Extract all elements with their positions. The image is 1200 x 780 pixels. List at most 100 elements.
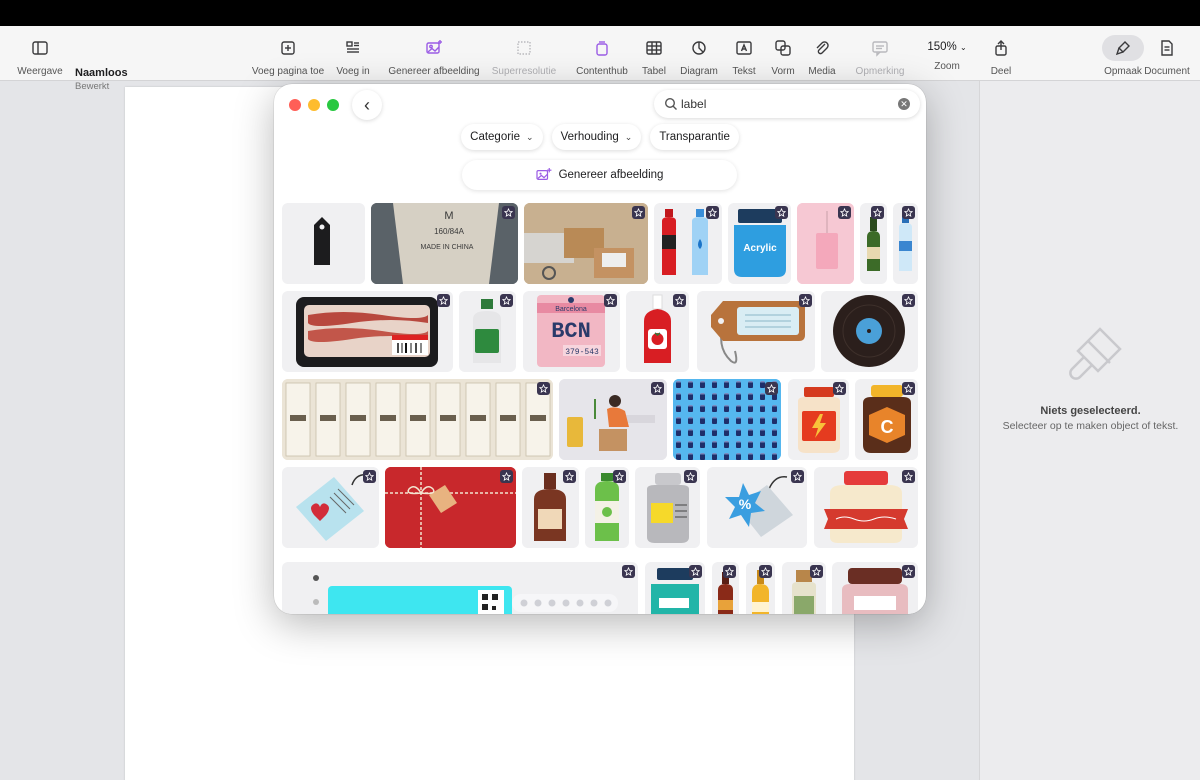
clipart-bcn-luggage-tag[interactable]: Barcelona BCN 379-543 xyxy=(523,291,620,372)
clipart-brown-bottle[interactable] xyxy=(522,467,579,548)
clipart-green-label-bottle[interactable] xyxy=(459,291,516,372)
clipart-pink-jar[interactable] xyxy=(832,562,918,614)
ai-generated-badge-icon xyxy=(622,565,635,578)
ai-generated-badge-icon xyxy=(437,294,450,307)
shape-button[interactable]: Vorm xyxy=(766,26,800,81)
garment-origin-text: MADE IN CHINA xyxy=(421,244,474,251)
pattern-label-set[interactable] xyxy=(282,379,553,460)
clipart-red-ribbon-jar[interactable] xyxy=(814,467,918,548)
paintbrush-icon xyxy=(1102,35,1144,61)
clipart-yellow-bottle[interactable] xyxy=(746,562,775,614)
comment-button[interactable]: Opmerking xyxy=(850,26,910,81)
chevron-left-icon: ‹ xyxy=(364,94,370,115)
ai-generated-badge-icon xyxy=(500,294,513,307)
acrylic-text: Acrylic xyxy=(743,243,777,254)
search-field[interactable]: label ✕ xyxy=(654,90,920,118)
ai-generated-badge-icon xyxy=(902,470,915,483)
view-button[interactable]: Weergave xyxy=(14,26,66,81)
nothing-selected-title: Niets geselecteerd. xyxy=(1040,405,1141,417)
content-hub-button[interactable]: Contenthub xyxy=(572,26,632,81)
clipart-cork-jar[interactable] xyxy=(782,562,826,614)
text-button[interactable]: Tekst xyxy=(726,26,762,81)
ai-generated-badge-icon xyxy=(689,565,702,578)
clipart-heart-tag[interactable] xyxy=(282,467,379,548)
menu-bar xyxy=(0,0,1200,26)
add-page-button[interactable]: Voeg pagina toe xyxy=(248,26,328,81)
ai-generated-badge-icon xyxy=(799,294,812,307)
ai-generated-badge-icon xyxy=(684,470,697,483)
clipart-person-packing[interactable] xyxy=(559,379,667,460)
ai-generated-badge-icon xyxy=(563,470,576,483)
clipart-cyan-wristband[interactable] xyxy=(282,562,638,614)
filter-category[interactable]: Categorie ⌄ xyxy=(461,124,543,150)
garment-spec-text: 160/84A xyxy=(434,227,464,236)
filter-ratio[interactable]: Verhouding ⌄ xyxy=(551,124,642,150)
filter-category-label: Categorie xyxy=(470,131,521,143)
ai-generated-badge-icon xyxy=(902,206,915,219)
clipart-dark-bottle[interactable] xyxy=(712,562,739,614)
zoom-window-button[interactable] xyxy=(327,99,339,111)
photo-garment-label[interactable]: M 160/84A MADE IN CHINA xyxy=(371,203,518,284)
clipart-tag-black[interactable] xyxy=(282,203,365,284)
generate-image-popup-button[interactable]: Genereer afbeelding xyxy=(462,160,737,190)
chevron-down-icon: ⌄ xyxy=(526,131,534,142)
clipart-bottles-red-blue[interactable] xyxy=(654,203,722,284)
superresolution-button[interactable]: Superresolutie xyxy=(488,26,560,81)
photo-packing-boxes[interactable] xyxy=(524,203,648,284)
format-label: Opmaak xyxy=(1104,66,1142,77)
document-title[interactable]: Naamloos xyxy=(75,67,128,79)
share-button[interactable]: Deel xyxy=(984,26,1018,81)
clear-search-icon[interactable]: ✕ xyxy=(898,98,910,110)
photo-pink-tag[interactable] xyxy=(797,203,854,284)
clipart-discount-tag[interactable]: % xyxy=(707,467,807,548)
clipart-ketchup-bottle[interactable] xyxy=(626,291,689,372)
ai-generated-badge-icon xyxy=(775,206,788,219)
clipart-c-jar[interactable]: C xyxy=(855,379,918,460)
ai-generated-badge-icon xyxy=(706,206,719,219)
search-input[interactable]: label xyxy=(681,97,706,111)
minimize-window-button[interactable] xyxy=(308,99,320,111)
document-label: Document xyxy=(1144,66,1190,77)
ai-generated-badge-icon xyxy=(632,206,645,219)
back-button[interactable]: ‹ xyxy=(352,90,382,120)
media-button[interactable]: Media xyxy=(804,26,840,81)
zoom-control[interactable]: 150% ⌄ Zoom xyxy=(920,26,974,81)
view-label: Weergave xyxy=(17,66,63,77)
paperclip-icon xyxy=(809,35,835,61)
clipart-water-bottle[interactable] xyxy=(893,203,918,284)
ai-generated-badge-icon xyxy=(651,382,664,395)
pattern-blue-jars[interactable] xyxy=(673,379,781,460)
format-button[interactable]: Opmaak xyxy=(1098,26,1148,81)
superresolution-icon xyxy=(511,35,537,61)
close-window-button[interactable] xyxy=(289,99,301,111)
photo-red-gift-tag[interactable] xyxy=(385,467,516,548)
zoom-label: Zoom xyxy=(934,61,960,72)
ai-generated-badge-icon xyxy=(871,206,884,219)
text-label: Tekst xyxy=(732,66,756,77)
comment-icon xyxy=(867,35,893,61)
generate-image-button[interactable]: Genereer afbeelding xyxy=(386,26,482,81)
clipart-grey-pill-bottle[interactable] xyxy=(635,467,700,548)
clipart-green-bottle[interactable] xyxy=(860,203,887,284)
clipart-brown-luggage-tag[interactable] xyxy=(697,291,815,372)
clipart-vinyl-record[interactable] xyxy=(821,291,918,372)
clipart-lightning-jar[interactable] xyxy=(788,379,849,460)
chart-button[interactable]: Diagram xyxy=(678,26,720,81)
document-button[interactable]: Document xyxy=(1144,26,1190,81)
svg-text:%: % xyxy=(739,496,752,512)
add-page-label: Voeg pagina toe xyxy=(251,66,325,77)
clipart-green-juice-bottle[interactable] xyxy=(585,467,629,548)
clipart-teal-jar[interactable] xyxy=(645,562,705,614)
content-hub-label: Contenthub xyxy=(576,66,628,77)
document-icon xyxy=(1154,35,1180,61)
clipart-acrylic-jar[interactable]: Acrylic xyxy=(728,203,791,284)
clipart-bacon-package[interactable] xyxy=(282,291,453,372)
media-label: Media xyxy=(808,66,836,77)
insert-button[interactable]: Voeg in xyxy=(330,26,376,81)
filter-transparency[interactable]: Transparantie xyxy=(650,124,739,150)
table-button[interactable]: Tabel xyxy=(636,26,672,81)
generate-image-label: Genereer afbeelding xyxy=(388,66,480,77)
content-hub-icon xyxy=(589,35,615,61)
toolbar: Weergave Naamloos Bewerkt Voeg pagina to… xyxy=(0,26,1200,92)
chevron-down-icon: ⌄ xyxy=(624,131,633,142)
